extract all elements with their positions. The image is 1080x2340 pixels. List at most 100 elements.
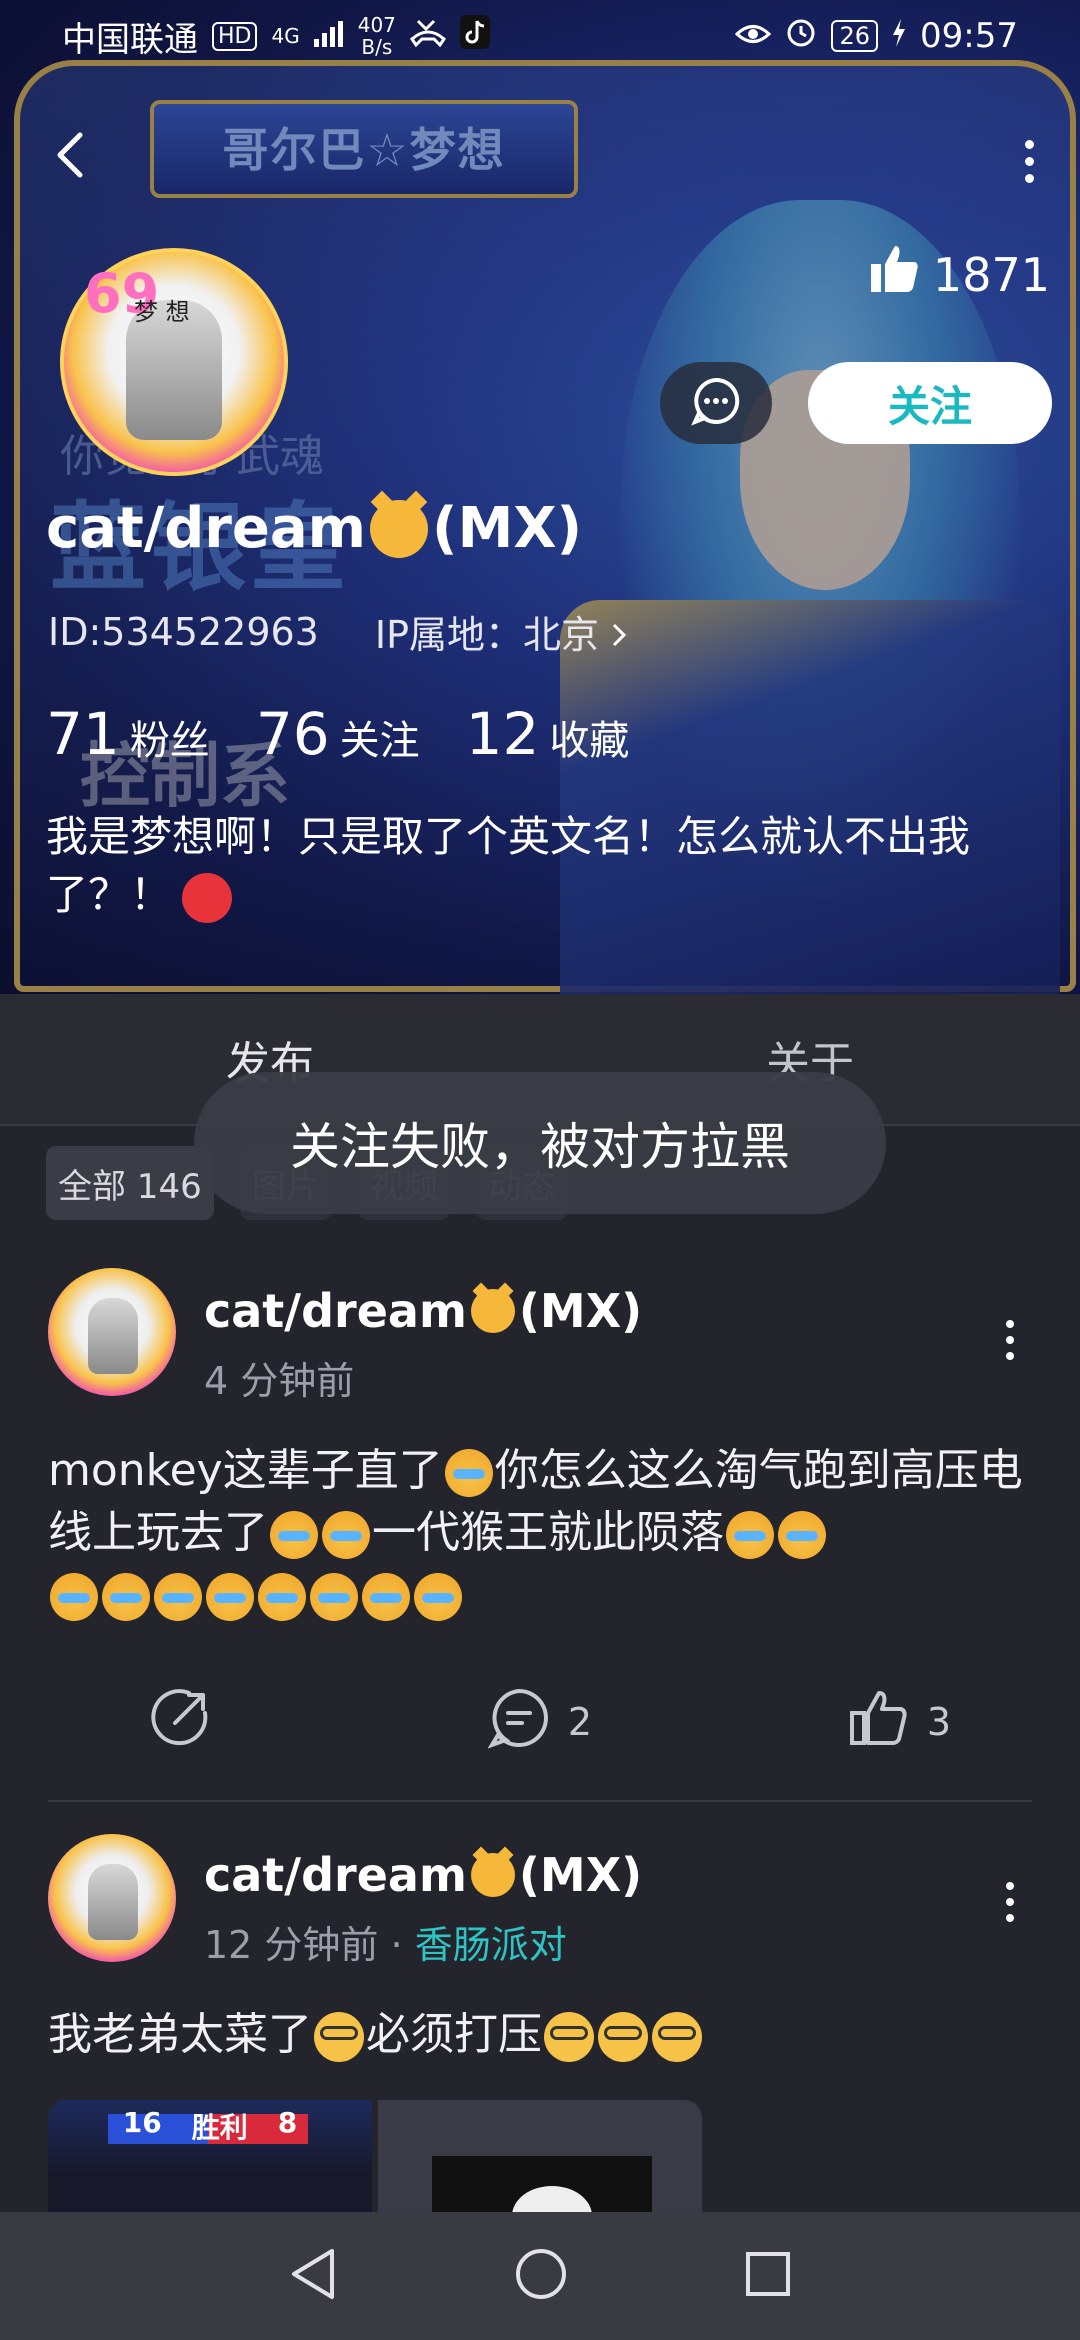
post-images: 16 胜利 8 xyxy=(48,2100,702,2230)
crying-emoji-icon xyxy=(322,1511,370,1559)
post-actions: 2 3 xyxy=(0,1672,1080,1772)
user-id: ID:534522963 xyxy=(48,609,319,654)
score-title: 胜利 xyxy=(191,2111,248,2144)
nerd-emoji-icon xyxy=(314,2012,364,2062)
stat-number: 71 xyxy=(46,700,120,768)
crying-emoji-icon xyxy=(50,1573,98,1621)
comment-count: 2 xyxy=(567,1700,593,1744)
profile-stats: 71 粉丝 76 关注 12 收藏 xyxy=(46,700,629,768)
avatar-figure xyxy=(88,1298,138,1374)
post-image-2[interactable] xyxy=(378,2100,702,2230)
square-recent-icon[interactable] xyxy=(744,2250,792,2302)
chevron-right-icon xyxy=(611,613,627,657)
triangle-back-icon[interactable] xyxy=(288,2247,338,2305)
post-text: 我老弟太菜了 必须打压 xyxy=(48,2004,1048,2066)
avatar[interactable]: 69 梦 想 xyxy=(60,248,288,476)
post-avatar[interactable] xyxy=(48,1834,176,1962)
score-right: 8 xyxy=(277,2106,298,2139)
chat-bubble-icon xyxy=(691,376,741,430)
author-suffix: (MX) xyxy=(518,1848,643,1902)
stat-label: 收藏 xyxy=(549,718,630,764)
like-button[interactable]: 3 xyxy=(720,1672,1080,1772)
nerd-emoji-icon xyxy=(544,2012,594,2062)
crying-emoji-icon xyxy=(310,1573,358,1621)
carrier-label: 中国联通 xyxy=(62,19,198,60)
thumbs-up-icon xyxy=(849,1689,909,1756)
author-prefix: cat/dream xyxy=(204,1284,467,1338)
likes-count: 1871 xyxy=(932,247,1050,302)
nerd-emoji-icon xyxy=(652,2012,702,2062)
network-speed: 407 B/s xyxy=(358,14,396,58)
post-meta: 12 分钟前 · 香肠派对 xyxy=(204,1914,567,1969)
network-label: 4G xyxy=(271,24,300,48)
crying-emoji-icon xyxy=(362,1573,410,1621)
profile-username: cat/dream (MX) xyxy=(46,496,582,561)
angry-cat-emoji-icon xyxy=(470,1853,515,1897)
post-text: monkey这辈子直了 你怎么这么淘气跑到高压电线上玩去了 一代猴王就此陨落 xyxy=(48,1440,1048,1626)
post-meta: 4 分钟前 xyxy=(204,1350,354,1405)
username-prefix: cat/dream xyxy=(46,496,367,561)
crying-emoji-icon xyxy=(270,1511,318,1559)
post-author[interactable]: cat/dream (MX) xyxy=(204,1284,642,1338)
profile-bio: 我是梦想啊！只是取了个英文名！怎么就认不出我了？！ xyxy=(46,808,1036,924)
crying-emoji-icon xyxy=(414,1573,462,1621)
crying-emoji-icon xyxy=(258,1573,306,1621)
eye-icon xyxy=(735,16,772,56)
ip-location-text: IP属地：北京 xyxy=(374,613,599,657)
author-suffix: (MX) xyxy=(518,1284,643,1338)
message-button[interactable] xyxy=(660,362,772,444)
share-icon xyxy=(149,1687,211,1758)
share-button[interactable] xyxy=(0,1672,360,1772)
comment-icon xyxy=(487,1687,550,1758)
crying-emoji-icon xyxy=(778,1511,826,1559)
speed-value: 407 xyxy=(357,13,396,37)
nerd-emoji-icon xyxy=(598,2012,648,2062)
angry-cat-emoji-icon xyxy=(470,1289,515,1333)
meta-separator: · xyxy=(390,1923,403,1967)
profile-likes[interactable]: 1871 xyxy=(869,244,1050,305)
more-vertical-icon[interactable] xyxy=(990,1310,1030,1370)
speed-unit: B/s xyxy=(361,35,393,59)
crying-emoji-icon xyxy=(206,1573,254,1621)
stat-label: 关注 xyxy=(339,718,420,764)
thumbs-up-icon xyxy=(869,244,921,305)
follow-button[interactable]: 关注 xyxy=(808,362,1052,444)
post-text-part: 我老弟太菜了 xyxy=(48,2009,312,2060)
post-image-1[interactable]: 16 胜利 8 xyxy=(48,2100,372,2230)
post-text-part: 一代猴王就此陨落 xyxy=(372,1507,724,1558)
chevron-left-icon xyxy=(54,131,84,183)
post-topic-link[interactable]: 香肠派对 xyxy=(415,1923,567,1967)
post-time: 12 分钟前 xyxy=(204,1923,379,1967)
post-avatar[interactable] xyxy=(48,1268,176,1396)
hd-badge: HD xyxy=(212,21,258,51)
circle-home-icon[interactable] xyxy=(514,2247,568,2305)
more-vertical-icon[interactable] xyxy=(1004,126,1054,196)
comment-button[interactable]: 2 xyxy=(360,1672,720,1772)
post-time: 4 分钟前 xyxy=(204,1359,355,1403)
stat-favorites[interactable]: 12 收藏 xyxy=(466,700,630,768)
back-button[interactable] xyxy=(34,122,104,192)
score-left: 16 xyxy=(122,2106,162,2139)
stat-number: 76 xyxy=(255,700,330,768)
status-bar: 中国联通 HD 4G 407 B/s 26 09:57 xyxy=(0,0,1080,72)
stat-label: 粉丝 xyxy=(129,718,210,764)
clock-time: 09:57 xyxy=(920,16,1018,56)
filter-all[interactable]: 全部 146 xyxy=(46,1146,214,1220)
tiktok-icon xyxy=(459,14,490,58)
crying-emoji-icon xyxy=(444,1449,493,1497)
crying-emoji-icon xyxy=(154,1573,202,1621)
avatar-label: 梦 想 xyxy=(134,298,190,326)
missed-call-icon xyxy=(409,16,446,56)
stat-number: 12 xyxy=(465,700,540,768)
stat-fans[interactable]: 71 粉丝 xyxy=(46,700,210,768)
post-author[interactable]: cat/dream (MX) xyxy=(204,1848,642,1902)
battery-level: 26 xyxy=(831,20,879,52)
profile-id-line: ID:534522963 IP属地：北京 xyxy=(48,604,627,659)
stat-following[interactable]: 76 关注 xyxy=(256,700,420,768)
ip-location[interactable]: IP属地：北京 xyxy=(375,604,627,659)
crying-emoji-icon xyxy=(102,1573,150,1621)
avatar-figure xyxy=(88,1864,138,1940)
more-vertical-icon[interactable] xyxy=(990,1872,1030,1932)
angry-cat-emoji-icon xyxy=(370,499,429,558)
post-text-part: 必须打压 xyxy=(366,2009,542,2060)
